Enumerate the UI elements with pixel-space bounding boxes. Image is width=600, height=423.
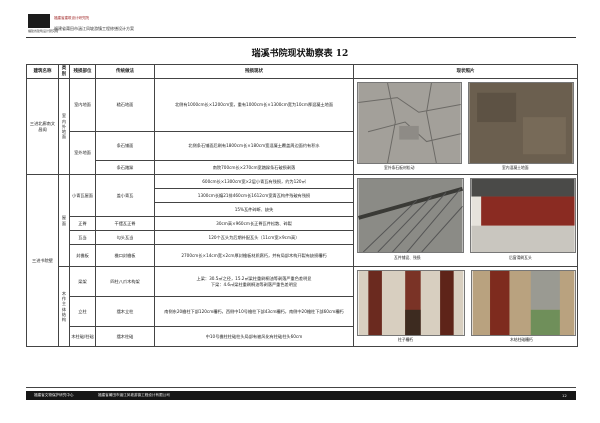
method: 干摆瓦正脊 [95,216,155,231]
status: 北侧条石铺面后刷有1800cm长×180cm宽混凝土覆盖周边面约有积水 [154,131,354,161]
table-row: 三进北廊南文昌阁 室内外地面 室内地面 糙石地面 北侧有1000cm长×1200… [26,78,578,175]
status: 南院700cm长×270cm宽踏跺条石破损剥落 [154,160,354,175]
method: 条石铺面 [95,131,155,161]
status: 15%瓦件碎断、缺失 [154,202,354,217]
status: 2700cm长×14cm宽×2cm厚封檐板材质腐朽，并有局部木构开裂有缺损糟朽 [154,244,354,267]
survey-table: 建筑名称 类别 残损部位 传统做法 残损现状 现状照片 三进北廊南文昌阁 室内外… [26,64,578,347]
method: 盖小青瓦 [95,174,155,217]
part: 封檐板 [69,244,96,267]
part: 室外地面 [69,131,96,175]
method: 条石踏跺 [95,160,155,175]
method: 勾头瓦当 [95,230,155,245]
method: 糙石地面 [95,78,155,132]
photo-cell: 瓦件铺设、残损 后窗滑刷瓦头 [353,174,578,267]
method: 擂木立柱 [95,296,155,327]
status: 120个瓦头为后期补配瓦头（11cm宽×9cm高） [154,230,354,245]
status: 30cm高×960cm长正脊瓦件松散、碎裂 [154,216,354,231]
status: 中10号檐柱柱础柱头局部有被风化有柱础柱头60cm [154,326,354,347]
caption: 室内混凝土地面 [502,165,529,170]
category: 屋面 [58,174,70,267]
photo-concrete-floor [468,82,574,164]
photo-cell: 室外条石板材松动 室内混凝土地面 [353,78,578,175]
caption: 柱子糟朽 [398,337,414,342]
col-header: 建筑名称 [26,64,59,79]
status: 上梁：30.5㎡之径，15.2㎡梁柱重刷桐油等剥落严重色差明显 下梁：4.6㎡梁… [154,266,354,297]
caption: 木结柱础糟朽 [510,337,533,342]
status: 600cm长×1300cm宽×2层小青瓦有残损，约为120㎡ [154,174,354,189]
photo-roof-tiles [357,178,464,253]
part: 木柱础/柱础 [69,326,96,347]
caption: 室外条石板材松动 [384,165,415,170]
footer-divider [26,387,576,388]
category: 木作主体结构 [58,266,70,347]
logo [28,14,50,28]
col-header: 残损部位 [69,64,96,79]
col-header: 现状照片 [353,64,578,79]
table-header-row: 建筑名称 类别 残损部位 传统做法 残损现状 现状照片 [26,64,578,79]
col-header: 类别 [58,64,70,79]
col-header: 残损现状 [154,64,354,79]
status: 北侧有1000cm长×1200cm宽，重有1000cm长×1300cm宽为10c… [154,78,354,132]
part: 室内地面 [69,78,96,132]
part: 小青瓦屋面 [69,174,96,217]
method: 檐口封檐板 [95,244,155,267]
photo-cell: 柱子糟朽 木结柱础糟朽 [353,266,578,347]
building-name: 三进北廊南文昌阁 [26,78,59,175]
header-subtitle: 福建省莆田市涵江凤坡游镇工程修缮设计方案 [54,26,134,31]
photo-eave-tiles [470,178,576,253]
category: 室内外地面 [58,78,70,175]
footer-left-text: 福建省文物保护研究中心 [34,393,74,397]
photo-column-base [471,270,576,336]
method: 擂木柱础 [95,326,155,347]
table-row: 木作主体结构 梁架 四柱八爪木构架 上梁：30.5㎡之径，15.2㎡梁柱重刷桐油… [27,266,578,347]
photo-stone-paving [357,82,462,164]
table-row: 三进书院壁 屋面 小青瓦屋面 盖小青瓦 600cm长×1300cm宽×2层小青瓦… [26,174,578,347]
page-number: 12 [562,393,567,398]
status: 南侧东20檐柱下部120cm糟朽，西侧中10号檐柱下部43cm糟朽，南侧中20檐… [154,296,354,327]
part: 梁架 [69,266,96,297]
part: 正脊 [69,216,96,231]
col-header: 传统做法 [95,64,155,79]
status: 1300cm长编21排460cm长1612cm宽青瓦构件残破有残损 [154,188,354,203]
part: 立柱 [69,296,96,327]
photo-decayed-column [357,270,465,336]
header-divider [26,37,576,38]
page-title: 瑞溪书院现状勘察表 12 [251,49,349,59]
footer-right-text: 福建省莆田市涵江凤坡游镇工程设计有限公司 [98,393,170,397]
part: 瓦当 [69,230,96,245]
caption: 瓦件铺设、残损 [394,255,421,260]
caption: 后窗滑刷瓦头 [509,255,532,260]
building-name: 三进书院壁 [26,174,59,347]
header-top-line: 福建省建筑设计研究院 [54,16,89,20]
method: 四柱八爪木构架 [95,266,155,297]
